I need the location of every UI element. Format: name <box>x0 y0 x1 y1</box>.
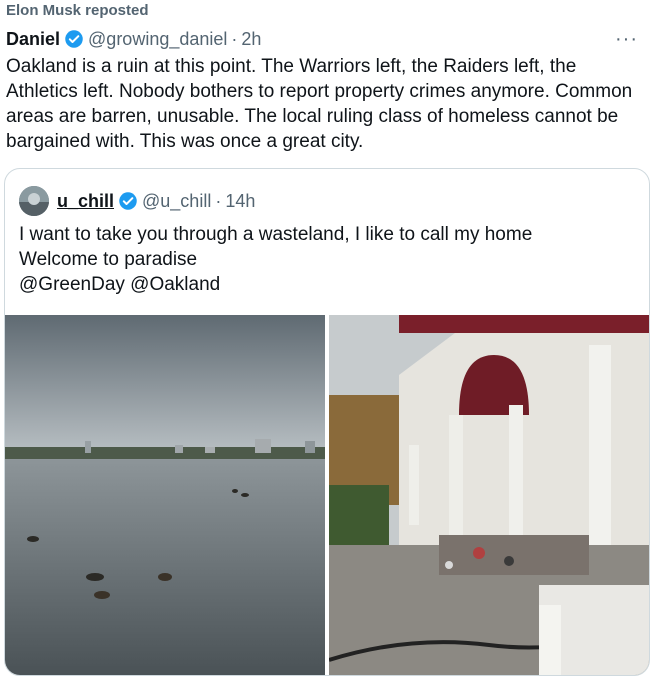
more-options-icon[interactable]: ··· <box>615 28 638 51</box>
verified-badge-icon <box>65 30 83 48</box>
quoted-post[interactable]: u_chill @u_chill · 14h I want to take yo… <box>4 168 650 676</box>
post-header: Daniel @growing_daniel · 2h <box>6 28 261 50</box>
quote-time[interactable]: 14h <box>225 191 255 212</box>
post-text: Oakland is a ruin at this point. The War… <box>6 56 633 152</box>
quote-author-handle[interactable]: @u_chill <box>142 191 211 212</box>
author-name[interactable]: Daniel <box>6 29 60 50</box>
quote-line: I want to take you through a wasteland, … <box>19 224 533 245</box>
avatar[interactable] <box>19 186 49 216</box>
verified-badge-icon <box>119 192 137 210</box>
quote-line: Welcome to paradise <box>19 249 198 270</box>
media-grid <box>5 315 649 675</box>
header-separator: · <box>231 28 238 49</box>
quote-line[interactable]: @GreenDay @Oakland <box>19 272 629 297</box>
post-time[interactable]: 2h <box>241 29 261 50</box>
quote-separator: · <box>215 190 222 211</box>
quote-header: u_chill @u_chill · 14h <box>19 186 255 216</box>
quote-text: I want to take you through a wasteland, … <box>19 222 629 297</box>
repost-label[interactable]: Elon Musk reposted <box>6 2 149 19</box>
pavilion-photo[interactable] <box>329 315 649 675</box>
quote-author-name[interactable]: u_chill <box>57 191 114 212</box>
author-handle[interactable]: @growing_daniel <box>88 29 227 50</box>
lake-photo[interactable] <box>5 315 325 675</box>
